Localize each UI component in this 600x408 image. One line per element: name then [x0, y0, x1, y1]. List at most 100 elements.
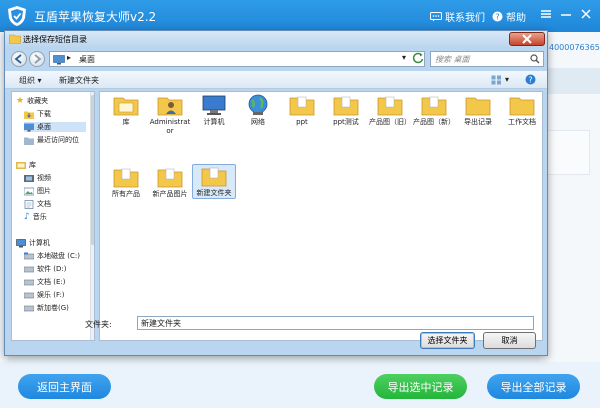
- network-icon: [248, 94, 268, 115]
- file-list-pane: 库 Administrator 计算机 网络 ppt ppt测试 产品图（旧）: [99, 91, 543, 341]
- search-icon: [530, 54, 540, 64]
- nav-scrollbar-thumb[interactable]: [91, 95, 94, 245]
- folder-icon: [465, 97, 491, 116]
- drive-icon: [24, 292, 34, 299]
- file-label: 工作文档: [508, 118, 536, 126]
- nav-documents-label: 文档: [37, 200, 51, 208]
- nav-computer-label: 计算机: [29, 239, 50, 247]
- svg-text:?: ?: [495, 12, 499, 21]
- help-icon: ?: [492, 11, 503, 22]
- nav-music[interactable]: ♪ 音乐: [24, 212, 47, 222]
- nav-documents[interactable]: 文档: [24, 199, 51, 209]
- command-bar: 组织 ▾ 新建文件夹 ▾ ?: [5, 71, 547, 89]
- file-label: 所有产品: [112, 190, 140, 198]
- nav-recent[interactable]: 最近访问的位: [24, 135, 79, 145]
- folder-icon: [421, 96, 447, 116]
- file-item-library[interactable]: 库: [104, 94, 148, 127]
- file-item-work-docs[interactable]: 工作文档: [500, 94, 544, 127]
- nav-downloads-label: 下载: [37, 110, 51, 118]
- folder-icon: [113, 168, 139, 188]
- file-item-ppt-test[interactable]: ppt测试: [324, 94, 368, 127]
- new-folder-button[interactable]: 新建文件夹: [59, 75, 99, 86]
- folder-name-label: 文件夹:: [85, 320, 112, 329]
- export-selected-button[interactable]: 导出选中记录: [374, 374, 467, 399]
- nav-drive-d-label: 软件 (D:): [37, 265, 67, 273]
- save-folder-dialog: 选择保存短信目录 ▸ 桌面 ▾ 搜索 桌面 组织 ▾ 新建文件夹 ▾ ? ★ 收…: [4, 30, 548, 356]
- file-item-export-records[interactable]: 导出记录: [456, 94, 500, 127]
- file-item-new-product-images[interactable]: 新产品图片: [148, 166, 192, 199]
- nav-music-label: 音乐: [32, 213, 47, 221]
- drive-icon: [24, 252, 34, 260]
- search-input[interactable]: 搜索 桌面: [430, 51, 544, 67]
- refresh-icon[interactable]: [411, 51, 425, 65]
- folder-icon: [201, 167, 227, 187]
- nav-libraries-label: 库: [29, 161, 36, 169]
- drive-icon: [24, 266, 34, 273]
- help-icon[interactable]: ?: [525, 74, 536, 85]
- navigation-pane: ★ 收藏夹 下载 桌面 最近访问的位 库 视频 图片 文档 ♪ 音乐 计算机 本…: [11, 91, 95, 341]
- hotline-number: 4000076365: [549, 43, 600, 52]
- file-item-ppt[interactable]: ppt: [280, 94, 324, 127]
- chat-icon: [430, 11, 442, 21]
- dialog-close-button[interactable]: [509, 32, 545, 46]
- forward-button[interactable]: [29, 51, 45, 67]
- chevron-down-icon[interactable]: ▾: [402, 53, 406, 62]
- file-item-administrator[interactable]: Administrator: [148, 94, 192, 136]
- library-icon: [16, 161, 26, 169]
- file-item-all-products[interactable]: 所有产品: [104, 166, 148, 199]
- nav-libraries[interactable]: 库: [16, 160, 36, 170]
- nav-drive-g-label: 新加卷(G): [37, 304, 69, 312]
- right-header-band: [545, 68, 600, 94]
- file-item-new-folder[interactable]: 新建文件夹: [192, 164, 236, 199]
- help-link[interactable]: ? 帮助: [492, 9, 526, 24]
- arrow-right-icon: [34, 54, 42, 64]
- user-folder-icon: [157, 97, 183, 116]
- nav-videos-label: 视频: [37, 174, 51, 182]
- folder-name-value: 新建文件夹: [141, 319, 181, 328]
- right-card: [545, 130, 590, 175]
- file-label: 产品图（旧）: [369, 118, 411, 126]
- file-item-network[interactable]: 网络: [236, 94, 280, 127]
- nav-drive-f[interactable]: 娱乐 (F:): [24, 290, 65, 300]
- contact-us-link[interactable]: 联系我们: [430, 9, 485, 24]
- file-item-computer[interactable]: 计算机: [192, 94, 236, 127]
- nav-drive-c[interactable]: 本地磁盘 (C:): [24, 251, 80, 261]
- nav-drive-d[interactable]: 软件 (D:): [24, 264, 66, 274]
- organize-menu[interactable]: 组织 ▾: [19, 75, 42, 86]
- folder-name-input[interactable]: 新建文件夹: [137, 316, 534, 330]
- cancel-button[interactable]: 取消: [483, 332, 536, 349]
- file-label: 网络: [251, 118, 265, 126]
- nav-downloads[interactable]: 下载: [24, 109, 51, 119]
- folder-icon: [509, 97, 535, 116]
- minimize-icon[interactable]: [558, 6, 574, 22]
- file-item-product-new[interactable]: 产品图（新）: [412, 94, 456, 127]
- drive-icon: [24, 305, 34, 312]
- nav-desktop-label: 桌面: [37, 123, 51, 131]
- menu-icon[interactable]: [538, 6, 554, 22]
- back-to-main-button[interactable]: 返回主界面: [18, 374, 111, 399]
- nav-favorites[interactable]: ★ 收藏夹: [16, 96, 48, 106]
- address-bar[interactable]: ▸ 桌面 ▾: [49, 51, 425, 67]
- recent-places-icon: [24, 137, 34, 145]
- arrow-left-icon: [14, 54, 22, 64]
- export-all-button[interactable]: 导出全部记录: [487, 374, 580, 399]
- nav-computer[interactable]: 计算机: [16, 238, 50, 248]
- computer-icon: [16, 238, 26, 247]
- back-button[interactable]: [11, 51, 27, 67]
- close-icon[interactable]: [578, 6, 594, 22]
- nav-pictures[interactable]: 图片: [24, 186, 51, 196]
- drive-icon: [24, 279, 34, 286]
- nav-recent-label: 最近访问的位: [37, 136, 79, 144]
- nav-videos[interactable]: 视频: [24, 173, 51, 183]
- nav-drive-e-label: 文档 (E:): [37, 278, 66, 286]
- download-folder-icon: [24, 111, 34, 119]
- view-dropdown-icon[interactable]: ▾: [505, 75, 509, 84]
- nav-desktop[interactable]: 桌面: [24, 122, 86, 132]
- file-item-product-old[interactable]: 产品图（旧）: [368, 94, 412, 127]
- desktop-icon: [24, 123, 34, 131]
- select-folder-button[interactable]: 选择文件夹: [420, 332, 475, 349]
- view-icon[interactable]: [491, 75, 503, 85]
- nav-drive-e[interactable]: 文档 (E:): [24, 277, 65, 287]
- nav-drive-g[interactable]: 新加卷(G): [24, 303, 69, 313]
- folder-icon: [333, 96, 359, 116]
